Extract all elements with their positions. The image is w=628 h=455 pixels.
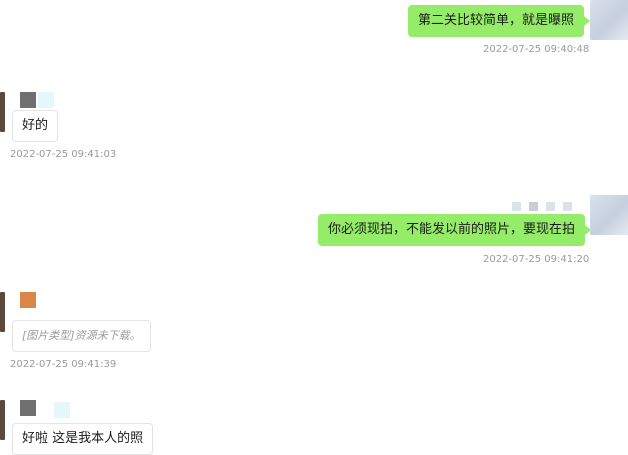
message-timestamp: 2022-07-25 09:41:20	[483, 254, 590, 265]
avatar[interactable]	[0, 292, 5, 332]
sender-name-pixel	[38, 92, 54, 108]
sender-name-pixel	[54, 402, 70, 418]
outgoing-message-bubble[interactable]: 第二关比较简单，就是曝照	[408, 5, 591, 37]
message-timestamp: 2022-07-25 09:41:39	[10, 359, 117, 370]
message-timestamp: 2022-07-25 09:40:48	[483, 44, 590, 55]
avatar[interactable]	[590, 195, 628, 235]
message-timestamp: 2022-07-25 09:41:03	[10, 149, 117, 160]
avatar[interactable]	[590, 0, 628, 40]
sender-name-pixel	[20, 292, 36, 308]
incoming-message-bubble[interactable]: 好的	[12, 110, 59, 142]
sender-name-pixel	[20, 92, 36, 108]
avatar[interactable]	[0, 400, 5, 440]
sender-name-pixel	[20, 400, 36, 416]
image-placeholder-bubble[interactable]: [图片类型]资源未下载。	[12, 320, 151, 352]
avatar[interactable]	[0, 92, 5, 132]
outgoing-message-bubble[interactable]: 你必须现拍，不能发以前的照片，要现在拍	[318, 214, 592, 246]
sender-name-pixels	[512, 196, 580, 215]
incoming-message-bubble[interactable]: 好啦 这是我本人的照	[12, 423, 154, 455]
